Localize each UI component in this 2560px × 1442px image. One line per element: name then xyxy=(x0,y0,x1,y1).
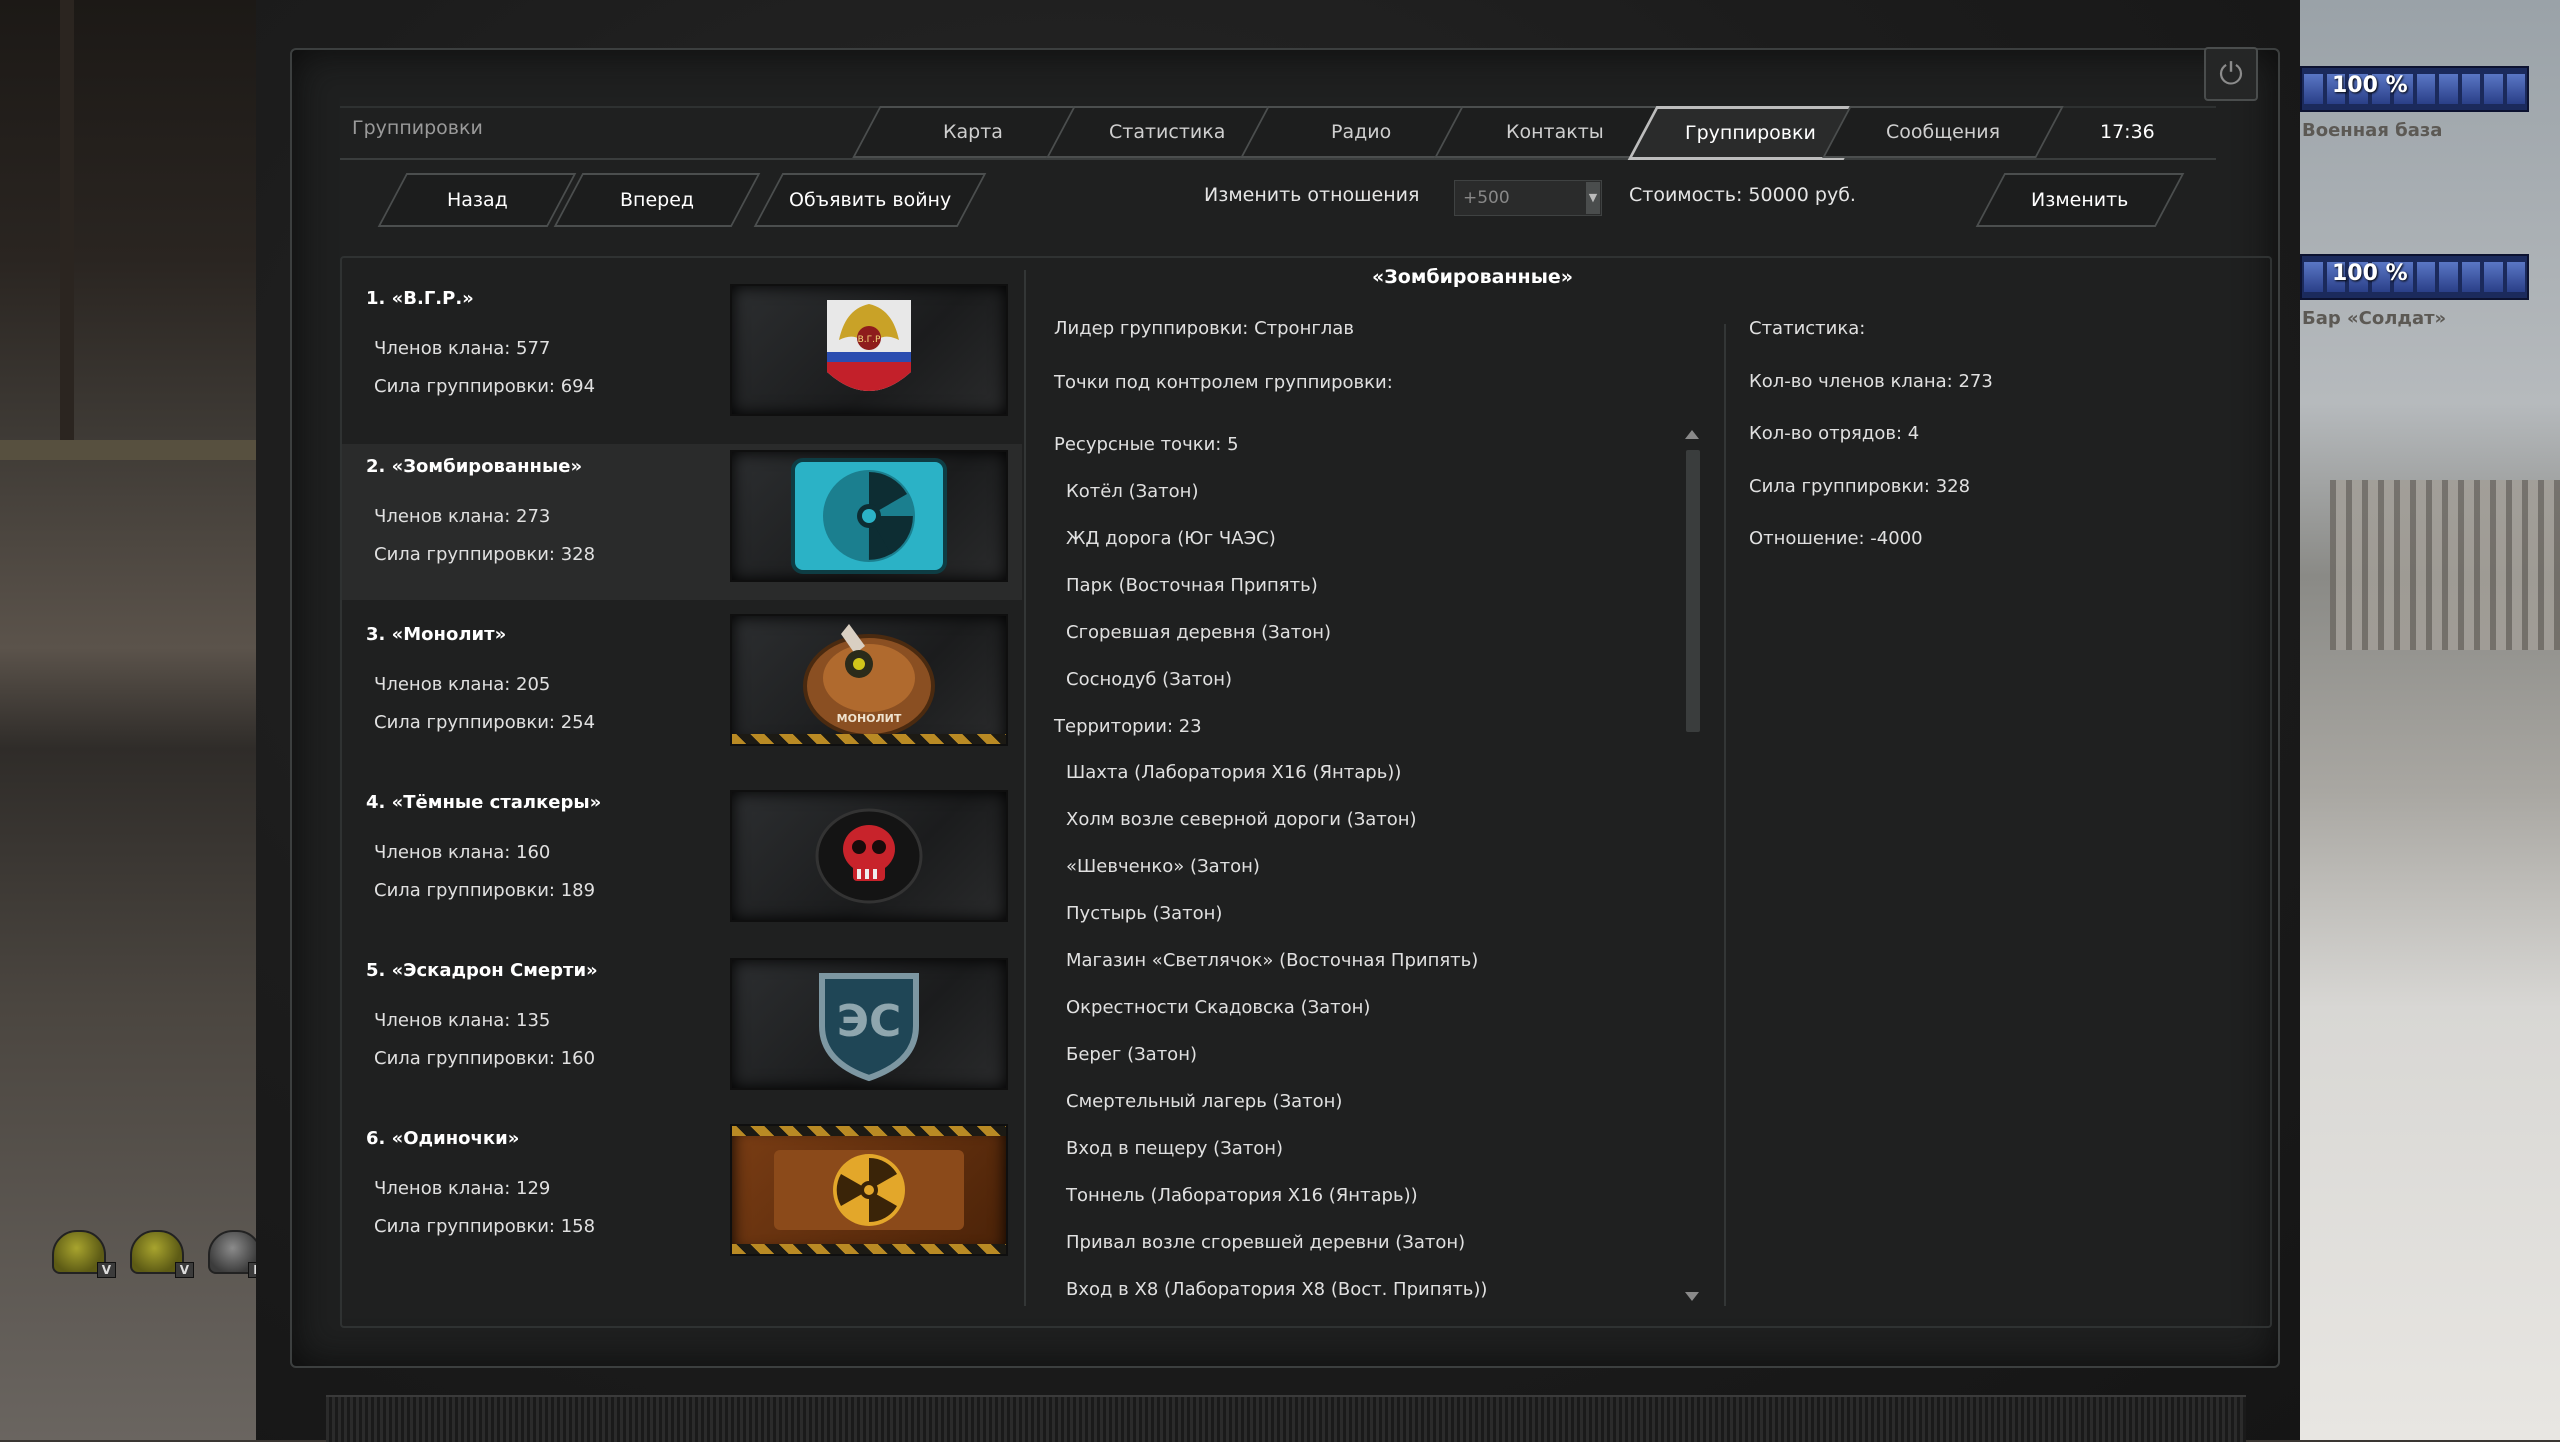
faction-power: Сила группировки: 694 xyxy=(374,376,596,397)
tab-messages[interactable]: Сообщения xyxy=(1822,106,2064,158)
hud-percent: 100 % xyxy=(2332,73,2408,98)
faction-item[interactable]: 5. «Эскадрон Смерти» Членов клана: 135 С… xyxy=(342,948,1022,1104)
resource-point-item: ЖД дорога (Юг ЧАЭС) xyxy=(1066,528,1276,549)
helmet-icon: V xyxy=(52,1230,116,1278)
territory-item: Шахта (Лаборатория Х16 (Янтарь)) xyxy=(1066,762,1402,783)
stat-item: Отношение: -4000 xyxy=(1749,528,1923,549)
faction-name: 4. «Тёмные сталкеры» xyxy=(366,792,602,813)
territory-item: Холм возле северной дороги (Затон) xyxy=(1066,809,1417,830)
power-icon[interactable]: ⏻ xyxy=(2204,47,2258,101)
hud-label: Военная база xyxy=(2302,120,2443,141)
territories-header: Территории: 23 xyxy=(1054,716,1202,737)
hud-percent: 100 % xyxy=(2332,261,2408,286)
cost-label: Стоимость: 50000 руб. xyxy=(1629,184,1856,206)
faction-power: Сила группировки: 160 xyxy=(374,1048,596,1069)
resource-point-item: Сгоревшая деревня (Затон) xyxy=(1066,622,1332,643)
territory-item: Магазин «Светлячок» (Восточная Припять) xyxy=(1066,950,1479,971)
red-skull-emblem-icon xyxy=(730,790,1008,922)
faction-name: 6. «Одиночки» xyxy=(366,1128,520,1149)
territory-item: Берег (Затон) xyxy=(1066,1044,1197,1065)
territory-item: Окрестности Скадовска (Затон) xyxy=(1066,997,1371,1018)
territory-item: Пустырь (Затон) xyxy=(1066,903,1223,924)
stat-item: Кол-во отрядов: 4 xyxy=(1749,423,1920,444)
faction-item[interactable]: 1. «В.Г.Р.» Членов клана: 577 Сила групп… xyxy=(342,276,1022,432)
stats-header: Статистика: xyxy=(1749,318,1866,339)
es-emblem-text: ЭС xyxy=(837,996,902,1047)
apply-relation-button[interactable]: Изменить xyxy=(1975,173,2185,227)
svg-text:В.Г.Р: В.Г.Р xyxy=(858,335,881,345)
monolith-emblem-icon: МОНОЛИТ xyxy=(730,614,1008,746)
es-shield-emblem-icon: ЭС xyxy=(730,958,1008,1090)
hud-label: Бар «Солдат» xyxy=(2302,308,2447,329)
territory-item: Смертельный лагерь (Затон) xyxy=(1066,1091,1343,1112)
monolith-emblem-text: МОНОЛИТ xyxy=(837,712,902,725)
faction-power: Сила группировки: 158 xyxy=(374,1216,596,1237)
faction-name: 3. «Монолит» xyxy=(366,624,507,645)
resource-points-header: Ресурсные точки: 5 xyxy=(1054,434,1239,455)
background-scene-left xyxy=(0,0,256,1440)
declare-war-button[interactable]: Объявить войну xyxy=(753,173,987,227)
controlled-points-label: Точки под контролем группировки: xyxy=(1054,372,1393,393)
faction-members: Членов клана: 205 xyxy=(374,674,551,695)
background-fence xyxy=(2330,480,2560,650)
clock: 17:36 xyxy=(2100,121,2155,143)
territory-item: «Шевченко» (Затон) xyxy=(1066,856,1260,877)
resource-point-item: Котёл (Затон) xyxy=(1066,481,1199,502)
stat-item: Кол-во членов клана: 273 xyxy=(1749,371,1993,392)
detail-title: «Зомбированные» xyxy=(1372,266,1574,288)
hud-progress-bar-military-base: 100 % xyxy=(2300,66,2529,112)
stat-item: Сила группировки: 328 xyxy=(1749,476,1971,497)
hud-progress-bar-bar-soldat: 100 % xyxy=(2300,254,2529,300)
faction-power: Сила группировки: 254 xyxy=(374,712,596,733)
divider xyxy=(1724,324,1726,1306)
scrollbar-thumb[interactable] xyxy=(1686,450,1700,732)
faction-power: Сила группировки: 328 xyxy=(374,544,596,565)
background-scene-right xyxy=(2300,0,2560,1440)
faction-name: 5. «Эскадрон Смерти» xyxy=(366,960,598,981)
faction-item[interactable]: 3. «Монолит» Членов клана: 205 Сила груп… xyxy=(342,612,1022,768)
helmet-icon: V xyxy=(130,1230,194,1278)
radiation-teal-emblem-icon xyxy=(730,450,1008,582)
faction-name: 1. «В.Г.Р.» xyxy=(366,288,474,309)
radiation-yellow-emblem-icon xyxy=(730,1124,1008,1256)
relation-stepper-arrow-icon[interactable]: ▼ xyxy=(1586,182,1600,214)
territory-item: Вход в пещеру (Затон) xyxy=(1066,1138,1284,1159)
faction-name: 2. «Зомбированные» xyxy=(366,456,583,477)
faction-members: Членов клана: 577 xyxy=(374,338,551,359)
pda-speaker-grille xyxy=(326,1395,2246,1442)
resource-point-item: Парк (Восточная Припять) xyxy=(1066,575,1318,596)
helmet-icon: IV xyxy=(208,1230,272,1278)
scroll-down-arrow-icon[interactable] xyxy=(1685,1292,1699,1301)
change-relation-label: Изменить отношения xyxy=(1204,184,1420,206)
forward-button[interactable]: Вперед xyxy=(553,173,761,227)
back-button[interactable]: Назад xyxy=(377,173,577,227)
faction-power: Сила группировки: 189 xyxy=(374,880,596,901)
divider xyxy=(1024,270,1026,1306)
vgr-eagle-emblem-icon: В.Г.Р xyxy=(730,284,1008,416)
faction-item[interactable]: 6. «Одиночки» Членов клана: 129 Сила гру… xyxy=(342,1116,1022,1272)
territory-item: Тоннель (Лаборатория Х16 (Янтарь)) xyxy=(1066,1185,1418,1206)
relation-input[interactable]: +500 xyxy=(1454,180,1602,216)
faction-item[interactable]: 4. «Тёмные сталкеры» Членов клана: 160 С… xyxy=(342,780,1022,936)
faction-members: Членов клана: 160 xyxy=(374,842,551,863)
faction-item[interactable]: 2. «Зомбированные» Членов клана: 273 Сил… xyxy=(342,444,1022,600)
section-label: Группировки xyxy=(352,117,483,139)
faction-members: Членов клана: 273 xyxy=(374,506,551,527)
squad-helmets: V V IV xyxy=(52,1230,272,1278)
faction-members: Членов клана: 135 xyxy=(374,1010,551,1031)
faction-members: Членов клана: 129 xyxy=(374,1178,551,1199)
resource-point-item: Соснодуб (Затон) xyxy=(1066,669,1233,690)
territory-item: Вход в Х8 (Лаборатория Х8 (Вост. Припять… xyxy=(1066,1279,1488,1300)
faction-leader: Лидер группировки: Стронглав xyxy=(1054,318,1354,339)
scroll-up-arrow-icon[interactable] xyxy=(1685,430,1699,439)
territory-item: Привал возле сгоревшей деревни (Затон) xyxy=(1066,1232,1466,1253)
